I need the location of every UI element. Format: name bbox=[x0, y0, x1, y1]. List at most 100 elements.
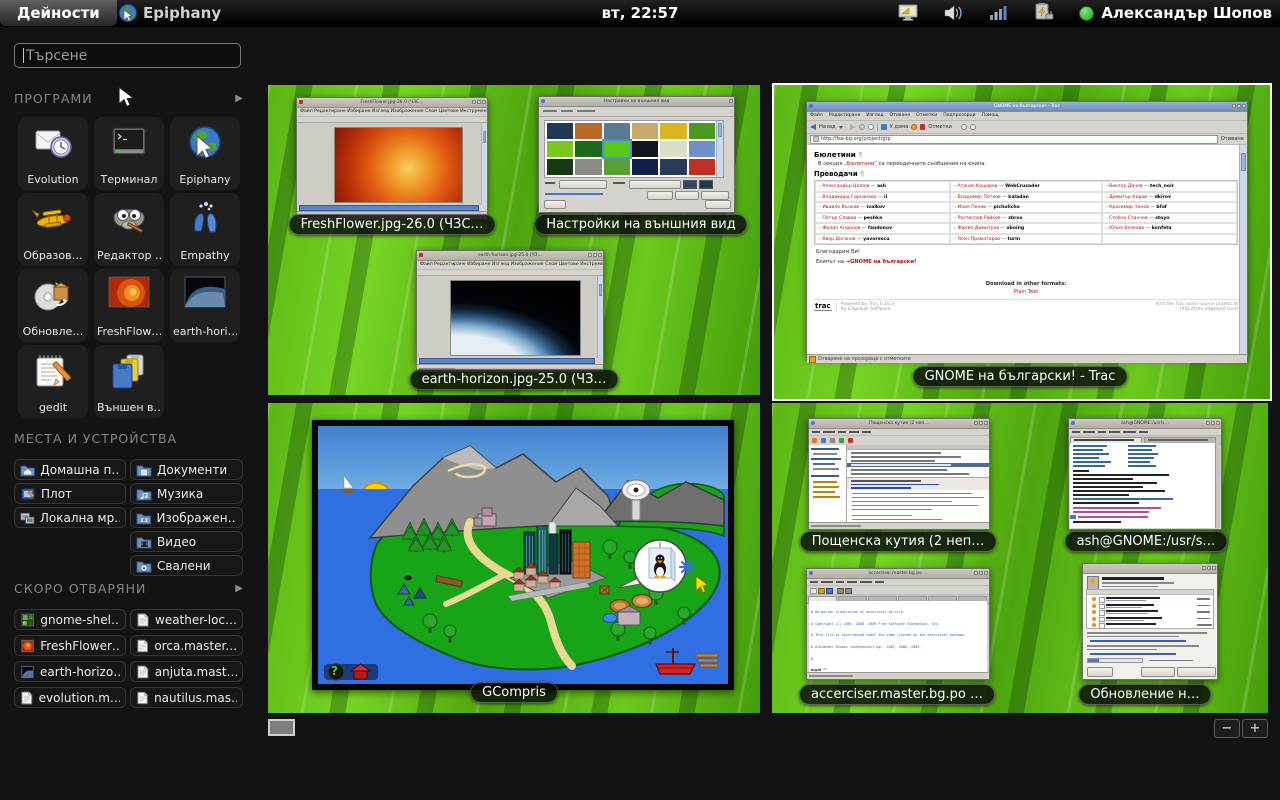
wallpaper-thumb[interactable] bbox=[660, 159, 686, 175]
menu-view[interactable]: Изглед bbox=[866, 112, 883, 120]
gcompris-help-glyph[interactable]: ? bbox=[331, 664, 338, 678]
recent-item[interactable]: nautilus.mas… bbox=[130, 687, 243, 708]
appearance-window[interactable]: Настройки на външния вид bbox=[538, 96, 735, 213]
menu-go[interactable]: Отиване bbox=[890, 112, 911, 120]
app-menu[interactable]: Epiphany bbox=[118, 0, 221, 26]
reply-icon[interactable] bbox=[830, 438, 835, 443]
forward-icon[interactable] bbox=[839, 438, 844, 443]
restore-button[interactable] bbox=[647, 191, 673, 200]
style-combo[interactable] bbox=[559, 180, 607, 189]
color-swatch-2[interactable] bbox=[699, 180, 713, 189]
back-button[interactable]: Назад bbox=[819, 124, 836, 130]
workspace-3[interactable]: ? GCompris bbox=[268, 403, 760, 713]
wallpaper-thumb[interactable] bbox=[660, 123, 686, 139]
menu-help[interactable]: Помощ bbox=[982, 112, 999, 120]
gedit-text-area[interactable]: # Bulgarian translation of accerciser po… bbox=[809, 601, 987, 672]
app-tile-earth-horizon[interactable]: earth-hori… bbox=[170, 269, 240, 342]
evolution-window[interactable]: Пощенска кутия (2 неп… bbox=[808, 418, 990, 530]
workspace-1[interactable]: FreshFlower.jpg-26.0 (ЧЗС… Файл Редактир… bbox=[268, 85, 760, 395]
menu-tabs[interactable]: Подпрозорци bbox=[943, 112, 975, 120]
help-button[interactable] bbox=[1087, 667, 1113, 677]
new-mail-icon[interactable] bbox=[812, 438, 817, 443]
open-icon[interactable] bbox=[818, 588, 825, 594]
wallpaper-thumb[interactable] bbox=[575, 123, 601, 139]
pilcrow[interactable]: ¶ bbox=[858, 150, 863, 159]
gimp-earth-window[interactable]: earth-horizon.jpg-25.0 (ЧЗ… Файл Редакти… bbox=[416, 250, 604, 365]
zoom-out-icon[interactable] bbox=[961, 124, 967, 130]
wallpaper-thumb[interactable] bbox=[689, 141, 715, 157]
wallpaper-thumb[interactable] bbox=[689, 123, 715, 139]
color-swatch-1[interactable] bbox=[683, 180, 697, 189]
redo-icon[interactable] bbox=[845, 588, 852, 594]
get-more-link[interactable] bbox=[545, 193, 603, 195]
workspace-2-active[interactable]: GNOME на български! - Trac Файл Редактир… bbox=[772, 83, 1272, 401]
home-button[interactable]: У дома bbox=[890, 124, 909, 130]
close-button[interactable] bbox=[705, 200, 731, 209]
new-doc-icon[interactable] bbox=[810, 588, 817, 594]
remove-button[interactable] bbox=[675, 191, 699, 200]
info-link[interactable] bbox=[1090, 653, 1176, 655]
app-tile-software-update[interactable]: Обновле… bbox=[18, 269, 88, 342]
undo-icon[interactable] bbox=[837, 588, 844, 594]
place-item-local-network[interactable]: Локална мр… bbox=[14, 507, 126, 528]
url-field[interactable]: http://fsa-bg.org/project/gtp bbox=[810, 135, 1218, 144]
wallpaper-thumb[interactable] bbox=[660, 141, 686, 157]
activities-button[interactable]: Дейности bbox=[0, 0, 117, 26]
place-item-home[interactable]: Домашна п… bbox=[14, 459, 126, 480]
bulletins-link[interactable]: „Бюлетини“ bbox=[844, 161, 877, 167]
colors-combo[interactable] bbox=[629, 180, 681, 189]
wallpaper-thumb[interactable] bbox=[604, 123, 630, 139]
trac-url-link[interactable]: http://trac.edgewall.com/ bbox=[1180, 307, 1238, 312]
help-button[interactable] bbox=[544, 200, 566, 209]
recent-item[interactable]: orca.master.… bbox=[130, 635, 243, 656]
network-signal-icon[interactable] bbox=[989, 4, 1009, 22]
message-list[interactable] bbox=[847, 450, 989, 477]
team-link[interactable]: →GNOME на български! bbox=[846, 259, 917, 265]
app-tile-gcompris[interactable]: Образов… bbox=[18, 193, 88, 266]
wallpaper-thumb[interactable] bbox=[689, 159, 715, 175]
wallpaper-thumb[interactable] bbox=[547, 123, 573, 139]
place-item-desktop[interactable]: Плот bbox=[14, 483, 126, 504]
app-tile-freshflower[interactable]: FreshFlow… bbox=[94, 269, 164, 342]
wallpaper-thumb[interactable] bbox=[547, 159, 573, 175]
appearance-tabs[interactable] bbox=[539, 107, 734, 117]
workspace-switcher-thumb[interactable] bbox=[268, 719, 295, 736]
wallpaper-thumb[interactable] bbox=[632, 123, 658, 139]
wallpaper-thumb[interactable] bbox=[604, 159, 630, 175]
app-tile-evolution[interactable]: Evolution bbox=[18, 117, 88, 190]
wallpaper-thumb-selected[interactable] bbox=[604, 141, 630, 157]
terminal-scrollbar[interactable] bbox=[1215, 443, 1220, 528]
place-item-music[interactable]: Музика bbox=[130, 483, 243, 504]
bookmark-icon[interactable] bbox=[920, 124, 925, 130]
check-button[interactable] bbox=[1141, 667, 1175, 677]
wallpaper-thumb[interactable] bbox=[632, 141, 658, 157]
zoom-out-button[interactable]: − bbox=[1214, 719, 1240, 738]
zoom-in-icon[interactable] bbox=[970, 124, 976, 130]
gimp-freshflower-window[interactable]: FreshFlower.jpg-26.0 (ЧЗС… Файл Редактир… bbox=[296, 97, 488, 212]
back-dropdown-icon[interactable] bbox=[839, 126, 843, 129]
recent-item[interactable]: gnome-shel… bbox=[14, 609, 126, 630]
epiphany-window[interactable]: GNOME на български! - Trac Файл Редактир… bbox=[806, 101, 1248, 358]
wallpaper-thumb[interactable] bbox=[575, 159, 601, 175]
home-icon[interactable] bbox=[881, 124, 887, 130]
delete-icon[interactable] bbox=[848, 438, 853, 443]
menu-file[interactable]: Файл bbox=[810, 112, 823, 120]
page-scrollbar[interactable] bbox=[1239, 145, 1247, 354]
recent-item[interactable]: FreshFlower… bbox=[14, 635, 126, 656]
menu-edit[interactable]: Редактиране bbox=[829, 112, 861, 120]
volume-icon[interactable] bbox=[943, 4, 965, 22]
user-menu[interactable]: Александър Шопов bbox=[1079, 4, 1272, 22]
recent-expander-icon[interactable]: ▶ bbox=[235, 583, 244, 594]
wallpaper-grid[interactable] bbox=[544, 120, 724, 178]
terminal-window[interactable]: ash@GNOME:/usr/s… bbox=[1068, 418, 1222, 530]
back-icon[interactable] bbox=[810, 124, 816, 130]
evolution-folder-pane[interactable] bbox=[809, 445, 847, 523]
add-button[interactable] bbox=[701, 191, 729, 200]
app-tile-terminal[interactable]: Терминал bbox=[94, 117, 164, 190]
display-settings-icon[interactable] bbox=[897, 4, 919, 22]
recent-item[interactable]: evolution.m… bbox=[14, 687, 126, 708]
update-list[interactable] bbox=[1086, 589, 1214, 629]
history-icon[interactable] bbox=[911, 124, 917, 130]
bookmarks-button[interactable]: Отметки bbox=[928, 124, 952, 130]
terminal-content[interactable] bbox=[1070, 443, 1216, 528]
